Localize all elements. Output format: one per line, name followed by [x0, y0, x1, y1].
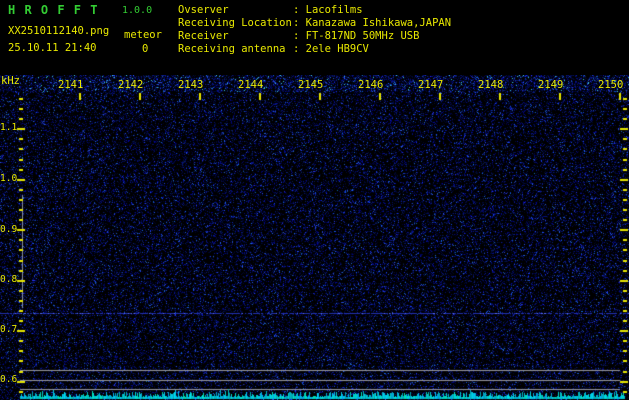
- freq-label: 1.0: [0, 174, 17, 184]
- output-filename: XX2510112140.png: [8, 26, 109, 37]
- time-label: 2142: [118, 80, 143, 91]
- time-label: 2143: [178, 80, 203, 91]
- freq-axis-unit: kHz: [1, 76, 20, 87]
- freq-label: 0.8: [0, 275, 17, 285]
- observer-label: Ovserver: [178, 5, 229, 16]
- time-label: 2144: [238, 80, 263, 91]
- time-label: 2148: [478, 80, 503, 91]
- receiving-antenna-value: : 2ele HB9CV: [293, 44, 369, 55]
- app-version: 1.0.0: [122, 6, 152, 16]
- freq-label: 0.6: [0, 375, 17, 385]
- hrofft-screen: H R O F F T 1.0.0 XX2510112140.png meteo…: [0, 0, 629, 400]
- freq-label: 0.9: [0, 225, 17, 235]
- freq-label: 0.7: [0, 325, 17, 335]
- time-label: 2150: [598, 80, 623, 91]
- time-label: 2147: [418, 80, 443, 91]
- receiving-location-value: : Kanazawa Ishikawa,JAPAN: [293, 18, 451, 29]
- meteor-count-label: meteor: [124, 30, 162, 41]
- receiver-value: : FT-817ND 50MHz USB: [293, 31, 419, 42]
- time-label: 2146: [358, 80, 383, 91]
- spectrogram-canvas: [0, 75, 629, 400]
- time-label: 2149: [538, 80, 563, 91]
- meteor-count-value: 0: [142, 44, 148, 55]
- observation-timestamp: 25.10.11 21:40: [8, 43, 97, 54]
- time-label: 2145: [298, 80, 323, 91]
- time-label: 2141: [58, 80, 83, 91]
- observer-value: : Lacofilms: [293, 5, 363, 16]
- app-title: H R O F F T: [8, 4, 98, 16]
- receiving-location-label: Receiving Location: [178, 18, 292, 29]
- receiver-label: Receiver: [178, 31, 229, 42]
- freq-label: 1.1: [0, 123, 17, 133]
- receiving-antenna-label: Receiving antenna: [178, 44, 285, 55]
